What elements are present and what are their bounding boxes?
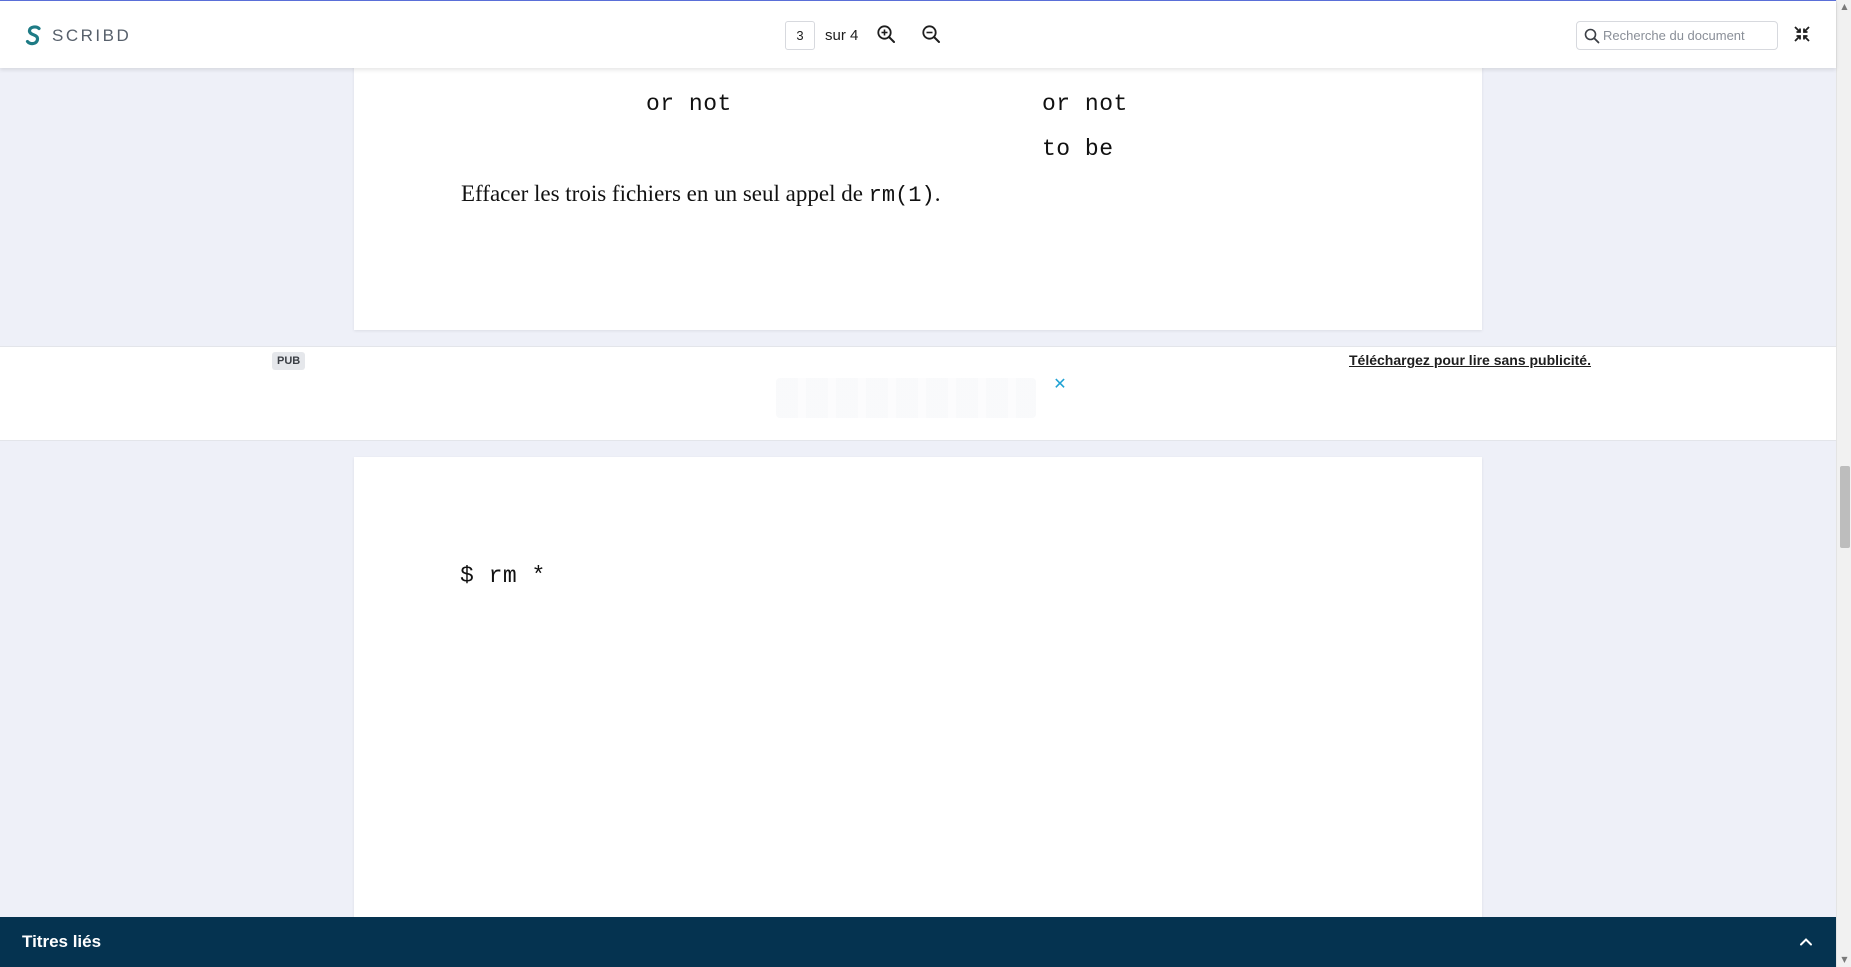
- page-total-label: sur 4: [825, 27, 859, 44]
- instruction-sentence: Effacer les trois fichiers en un seul ap…: [461, 181, 869, 206]
- code-line-or-not-left: or not: [646, 91, 732, 117]
- zoom-in-button[interactable]: [873, 21, 899, 47]
- page-number-input[interactable]: [785, 21, 815, 50]
- related-titles-bar[interactable]: Titres liés: [0, 917, 1836, 967]
- page-navigator: sur 4: [785, 21, 858, 50]
- scroll-up-arrow-icon[interactable]: ▲: [1840, 2, 1849, 11]
- instruction-text: Effacer les trois fichiers en un seul ap…: [461, 181, 940, 208]
- ad-close-button[interactable]: ✕: [1052, 376, 1068, 392]
- scroll-down-arrow-icon[interactable]: ▼: [1840, 955, 1849, 964]
- document-page-4: $ rm *: [354, 457, 1482, 967]
- code-line-or-not-right: or not: [1042, 91, 1128, 117]
- logo-text: SCRIBD: [52, 26, 132, 45]
- collapse-fullscreen-icon: [1794, 26, 1810, 42]
- chevron-up-icon: [1800, 938, 1812, 946]
- zoom-in-icon: [877, 25, 895, 43]
- exit-fullscreen-button[interactable]: [1790, 22, 1814, 46]
- zoom-out-icon: [922, 25, 940, 43]
- ad-placeholder-image: [776, 378, 1036, 418]
- download-ad-free-link[interactable]: Téléchargez pour lire sans publicité.: [1349, 352, 1591, 368]
- zoom-out-button[interactable]: [918, 21, 944, 47]
- command-line: $ rm *: [460, 563, 546, 589]
- instruction-end: .: [934, 181, 941, 206]
- instruction-code: rm(1): [868, 183, 935, 208]
- code-line-to-be: to be: [1042, 136, 1114, 162]
- document-search: [1576, 21, 1778, 50]
- vertical-scrollbar[interactable]: ▲ ▼: [1836, 0, 1851, 967]
- related-titles-label: Titres liés: [22, 932, 102, 951]
- scrollbar-thumb[interactable]: [1840, 466, 1850, 548]
- top-toolbar: SCRIBD sur 4: [0, 0, 1836, 68]
- scribd-logo[interactable]: SCRIBD: [24, 23, 131, 49]
- search-icon: [1584, 28, 1600, 43]
- scribd-logo-icon: [25, 25, 41, 46]
- search-input[interactable]: [1603, 28, 1773, 43]
- ad-badge: PUB: [272, 352, 306, 370]
